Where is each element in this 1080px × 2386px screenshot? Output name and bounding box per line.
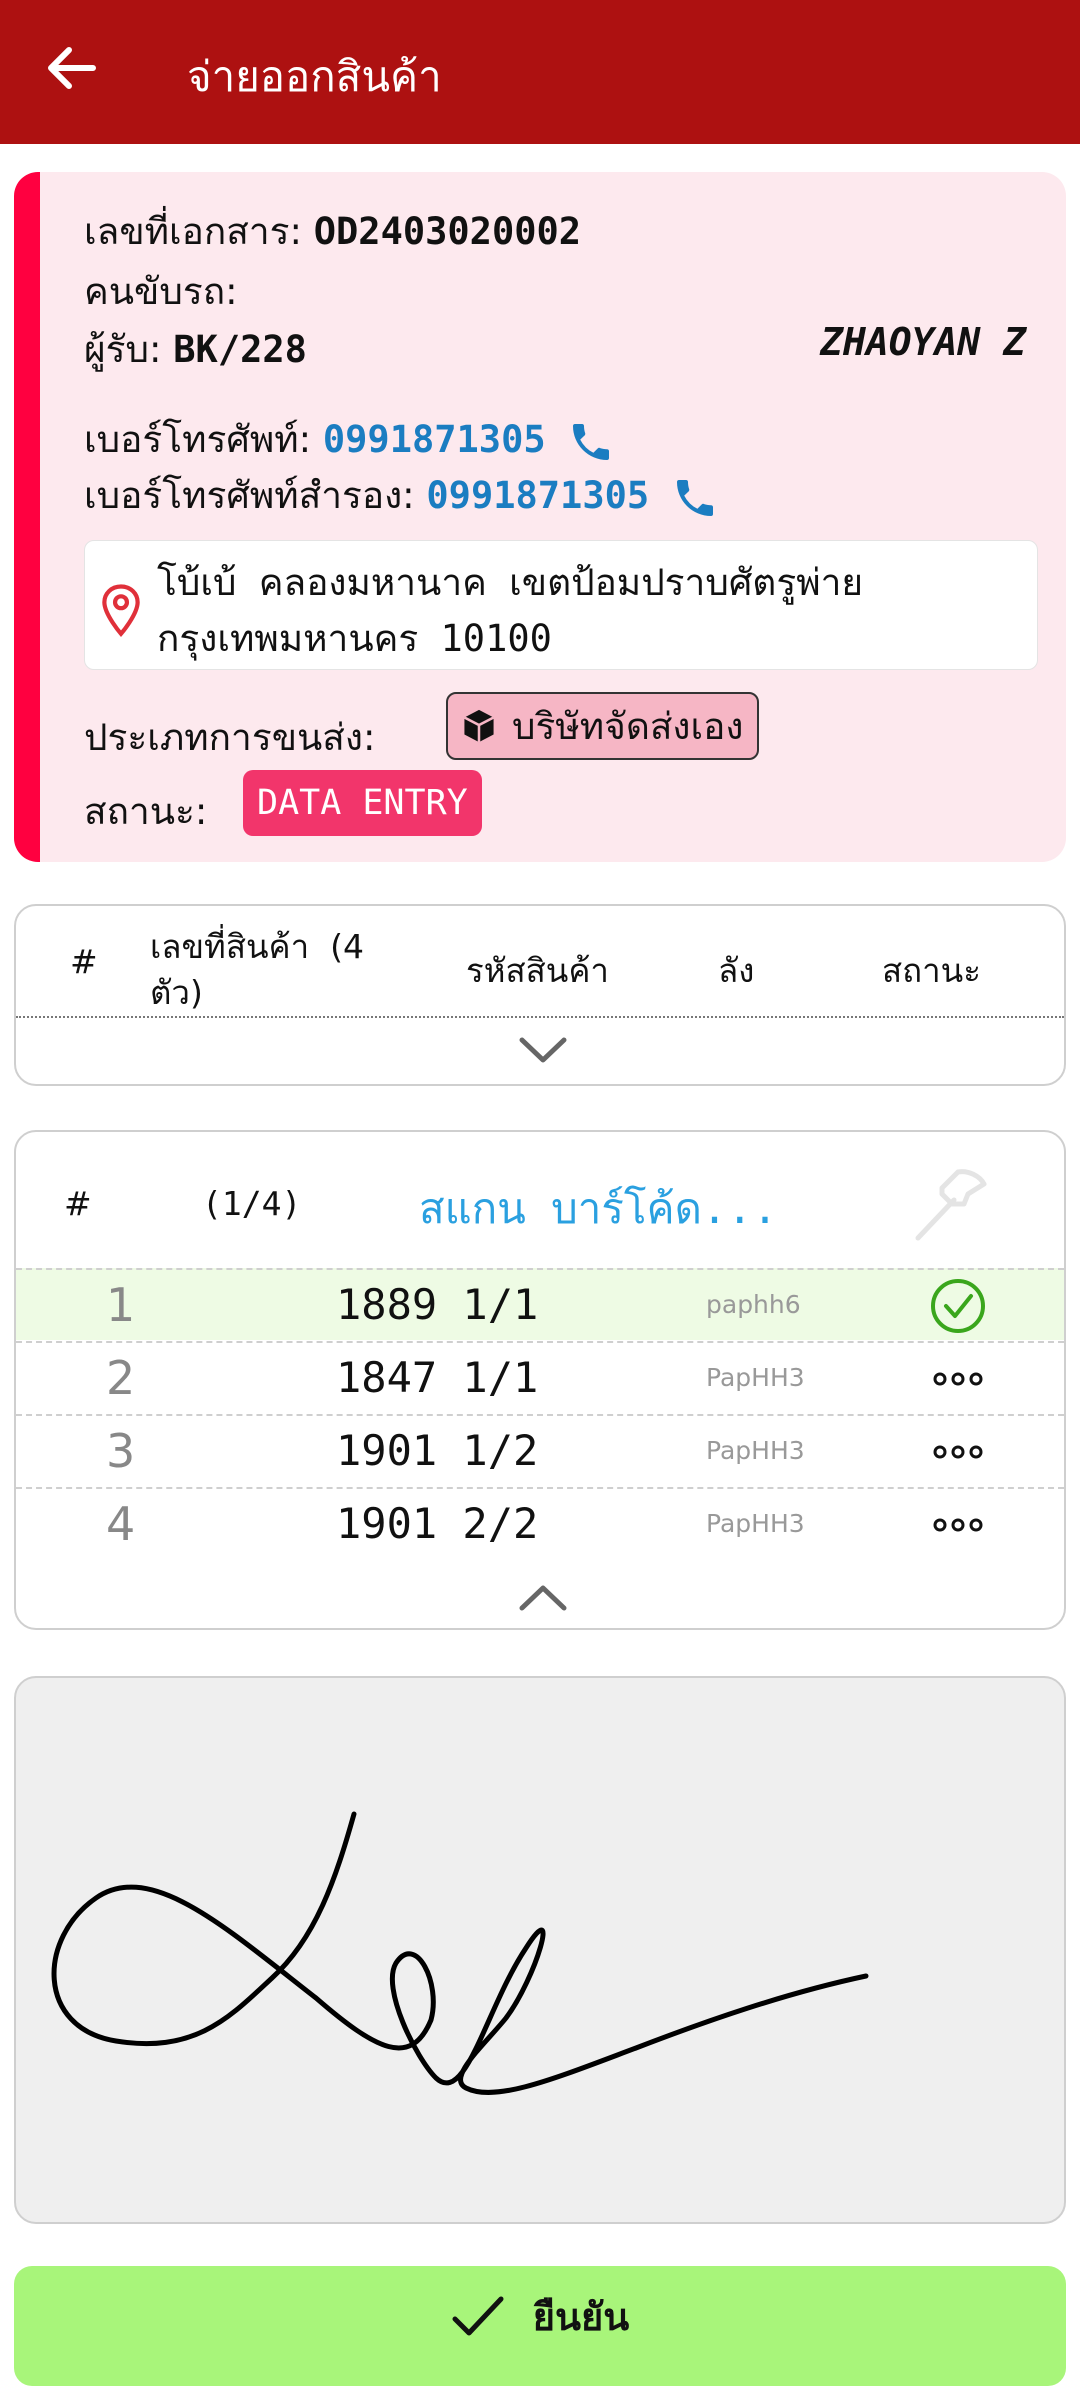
row-number: 4 (106, 1497, 136, 1551)
phone-row: เบอร์โทรศัพท์: 0991871305 (84, 410, 615, 469)
driver-label: คนขับรถ: (84, 270, 238, 313)
more-dots-icon (933, 1445, 983, 1459)
page-title: จ่ายออกสินค้า (187, 52, 442, 101)
shipping-type-value: บริษัทจัดส่งเอง (512, 704, 744, 748)
table-row[interactable]: 2 1847 1/1 PapHH3 (16, 1341, 1064, 1413)
row-product-code: PapHH3 (706, 1509, 805, 1538)
items-table: # เลขที่สินค้า (4 ตัว) รหัสสินค้า ลัง สถ… (14, 904, 1066, 1086)
receiver-code: BK/228 (173, 328, 307, 371)
scan-col-index-header: # (64, 1184, 92, 1223)
back-button[interactable] (40, 40, 104, 96)
address-line-1: โบ้เบ้ คลองมหานาค เขตป้อมปราบศัตรูพ่าย (157, 561, 864, 604)
row-number: 2 (106, 1351, 136, 1405)
app-bar: จ่ายออกสินค้า (0, 0, 1080, 144)
row-product-no: 1889 1/1 (336, 1280, 539, 1329)
phone-call-icon[interactable] (671, 474, 719, 522)
phone2-label: เบอร์โทรศัพท์สำรอง: (84, 474, 415, 517)
hammer-icon[interactable] (906, 1164, 990, 1248)
document-info-card: เลขที่เอกสาร: OD2403020002 คนขับรถ: ผู้ร… (14, 172, 1066, 862)
confirm-button-content: ยืนยัน (14, 2286, 1066, 2347)
phone2-row: เบอร์โทรศัพท์สำรอง: 0991871305 (84, 466, 719, 525)
status-label: สถานะ: (84, 790, 208, 833)
status-badge: DATA ENTRY (243, 770, 482, 836)
col-status-header: สถานะ (882, 951, 981, 990)
doc-no-row: เลขที่เอกสาร: OD2403020002 (84, 202, 581, 261)
col-product-code-header: รหัสสินค้า (466, 951, 609, 990)
row-product-no: 1901 1/2 (336, 1426, 539, 1475)
signature-drawing (51, 1811, 869, 2095)
row-product-no: 1847 1/1 (336, 1353, 539, 1402)
shipping-type-badge: บริษัทจัดส่งเอง (446, 692, 760, 760)
confirm-button-label: ยืนยัน (532, 2295, 630, 2339)
shipping-label: ประเภทการขนส่ง: (84, 716, 376, 759)
receiver-name: ZHAOYAN Z (820, 320, 1026, 364)
chevron-up-icon[interactable] (518, 1582, 568, 1614)
address-line-2: กรุงเทพมหานคร 10100 (157, 617, 552, 660)
shipping-row: ประเภทการขนส่ง: (84, 708, 375, 767)
col-box-header: ลัง (718, 951, 755, 990)
table-divider (16, 1016, 1064, 1018)
doc-no-label: เลขที่เอกสาร: (84, 210, 302, 253)
row-number: 3 (106, 1424, 136, 1478)
table-row[interactable]: 1 1889 1/1 paphh6 (16, 1268, 1064, 1340)
barcode-scan-input[interactable]: สแกน บาร์โค้ด... (419, 1176, 778, 1242)
col-index-header: # (70, 942, 98, 981)
package-icon (463, 709, 495, 743)
phone2-link[interactable]: 0991871305 (426, 474, 649, 517)
confirm-button[interactable]: ยืนยัน (14, 2266, 1066, 2386)
phone-call-icon[interactable] (567, 418, 615, 466)
table-row[interactable]: 4 1901 2/2 PapHH3 (16, 1487, 1064, 1559)
scan-progress: (1/4) (202, 1184, 302, 1223)
chevron-down-icon[interactable] (518, 1034, 568, 1066)
phone-label: เบอร์โทรศัพท์: (84, 418, 312, 461)
scan-table: # (1/4) สแกน บาร์โค้ด... 1 1889 1/1 paph… (14, 1130, 1066, 1630)
more-dots-icon (933, 1518, 983, 1532)
card-accent-stripe (14, 172, 40, 862)
more-dots-icon (933, 1372, 983, 1386)
address-box: โบ้เบ้ คลองมหานาค เขตป้อมปราบศัตรูพ่าย ก… (84, 540, 1038, 670)
checkmark-icon (452, 2296, 504, 2335)
driver-row: คนขับรถ: (84, 262, 238, 321)
location-pin-icon (102, 584, 140, 637)
row-product-code: paphh6 (706, 1290, 801, 1319)
doc-no-value: OD2403020002 (313, 210, 582, 253)
row-product-no: 1901 2/2 (336, 1499, 539, 1548)
signature-pad[interactable] (14, 1676, 1066, 2224)
row-number: 1 (106, 1278, 136, 1332)
status-row: สถานะ: (84, 782, 207, 841)
row-product-code: PapHH3 (706, 1436, 805, 1465)
arrow-left-icon (48, 47, 96, 89)
receiver-label: ผู้รับ: (84, 328, 162, 371)
row-product-code: PapHH3 (706, 1363, 805, 1392)
receiver-row: ผู้รับ: BK/228 (84, 320, 307, 379)
table-row[interactable]: 3 1901 1/2 PapHH3 (16, 1414, 1064, 1486)
check-circle-icon (931, 1279, 985, 1333)
phone-link[interactable]: 0991871305 (323, 418, 546, 461)
col-product-no-header-cont: ตัว) (150, 973, 203, 1012)
